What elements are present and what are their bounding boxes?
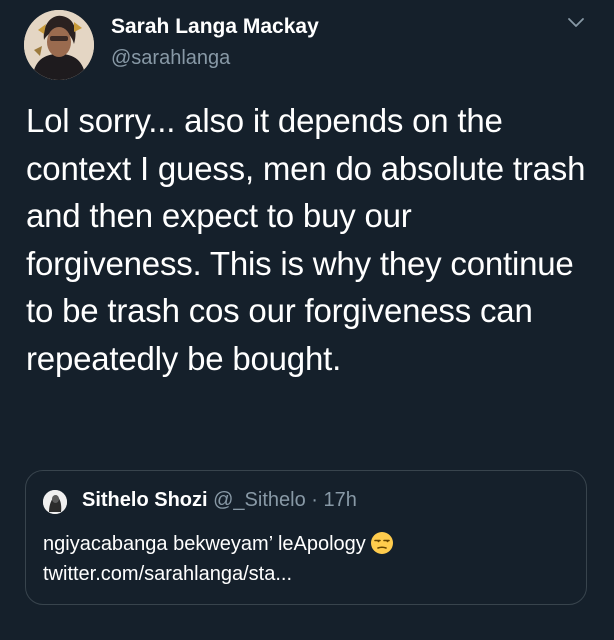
quoted-link[interactable]: twitter.com/sarahlanga/sta... bbox=[43, 559, 573, 589]
quoted-tweet[interactable]: Sithelo Shozi @_Sithelo · 17h ngiyacaban… bbox=[25, 470, 587, 605]
author-name[interactable]: Sarah Langa Mackay bbox=[111, 15, 319, 39]
author-handle[interactable]: @sarahlanga bbox=[111, 47, 230, 70]
unamused-face-emoji-icon bbox=[370, 532, 393, 554]
quoted-author-handle[interactable]: @_Sithelo bbox=[213, 489, 306, 511]
tweet-card[interactable]: Sarah Langa Mackay @sarahlanga Lol sorry… bbox=[0, 0, 614, 640]
tweet-text: Lol sorry... also it depends on the cont… bbox=[26, 102, 586, 377]
author-avatar[interactable] bbox=[24, 10, 94, 80]
quoted-text: ngiyacabanga bekweyam’ leApology bbox=[43, 533, 366, 555]
chevron-down-icon[interactable] bbox=[566, 16, 586, 30]
quoted-author-photo-icon bbox=[43, 490, 67, 514]
quoted-text-line: ngiyacabanga bekweyam’ leApology bbox=[43, 529, 573, 559]
author-photo-icon bbox=[24, 10, 94, 80]
quoted-body: ngiyacabanga bekweyam’ leApology twitter… bbox=[43, 529, 573, 589]
quoted-timestamp[interactable]: 17h bbox=[324, 489, 357, 511]
quoted-header: Sithelo Shozi @_Sithelo · 17h bbox=[82, 489, 357, 512]
quoted-author-avatar[interactable] bbox=[43, 490, 67, 514]
header-separator: · bbox=[311, 489, 318, 511]
quoted-author-name[interactable]: Sithelo Shozi bbox=[82, 489, 208, 511]
